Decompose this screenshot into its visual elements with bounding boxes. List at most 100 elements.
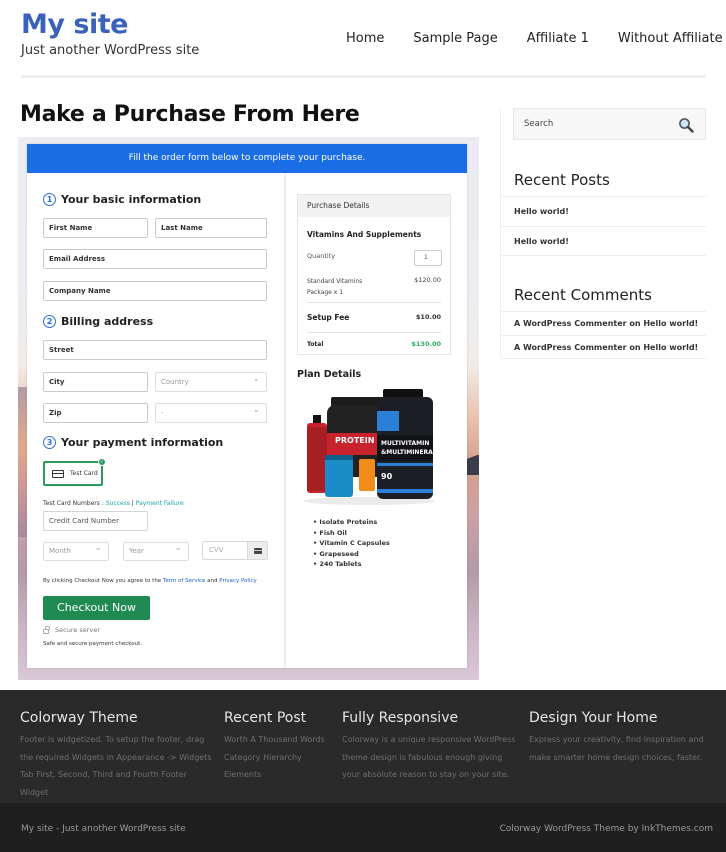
lock-icon (43, 625, 50, 634)
order-form-banner: Fill the order form below to complete yo… (27, 144, 467, 173)
footer-col-responsive: Fully Responsive Colorway is a unique re… (342, 710, 517, 784)
privacy-policy-link[interactable]: Privacy Policy (219, 578, 256, 584)
step-payment-heading: 3 Your payment information (43, 436, 223, 449)
divider (307, 302, 441, 303)
step-number-icon: 2 (43, 315, 56, 328)
plan-feature: Fish Oil (313, 528, 390, 539)
comment-author-link[interactable]: A WordPress Commenter (514, 343, 627, 352)
search-input[interactable] (514, 109, 664, 139)
step-billing-heading: 2 Billing address (43, 315, 153, 328)
nav-without-affiliate[interactable]: Without Affiliate (618, 31, 723, 46)
footer-text: Colorway is a unique responsive WordPres… (342, 735, 516, 779)
search-widget (513, 108, 706, 140)
company-input[interactable]: Company Name (43, 281, 267, 301)
footer: Colorway Theme Footer is widgetized. To … (0, 690, 726, 803)
nav-affiliate-1[interactable]: Affiliate 1 (527, 31, 589, 46)
quantity-label: Quantity (307, 252, 336, 260)
safe-checkout-note: Safe and secure payment checkout. (43, 641, 142, 647)
payment-method-test-card[interactable]: Test Card ✓ (43, 458, 106, 486)
plan-feature: Grapeseed (313, 549, 390, 560)
plan-feature: Isolate Proteins (313, 517, 390, 528)
order-form-card: Fill the order form below to complete yo… (27, 144, 467, 668)
step-title: Your basic information (61, 193, 202, 206)
product-name: Vitamins And Supplements (307, 230, 422, 239)
footer-title: Design Your Home (529, 710, 658, 726)
street-input[interactable]: Street (43, 340, 267, 360)
step-title: Billing address (61, 315, 154, 328)
footer-text: Express your creativity, find inspiratio… (529, 735, 704, 762)
card-number-input[interactable]: Credit Card Number (43, 511, 148, 531)
setup-fee-label: Setup Fee (307, 313, 350, 322)
footer-title: Fully Responsive (342, 710, 459, 726)
comment-post-link[interactable]: Hello world! (643, 319, 698, 328)
comment-post-link[interactable]: Hello world! (643, 343, 698, 352)
test-card-numbers: Test Card Numbers : Success | Payment Fa… (43, 500, 184, 507)
recent-comment: A WordPress Commenter on Hello world! (501, 335, 706, 359)
site-header: My site Just another WordPress site Home… (0, 0, 726, 80)
setup-fee-price: $10.00 (415, 313, 441, 321)
page-title: Make a Purchase From Here (20, 102, 360, 127)
footer-title: Recent Post (224, 710, 307, 726)
cvv-help-button[interactable] (247, 542, 267, 559)
footer-theme-credit[interactable]: Colorway WordPress Theme by InkThemes.co… (500, 824, 713, 834)
cvv-input[interactable]: CVV (202, 541, 268, 560)
line-item-name: Standard Vitamins Package x 1 (307, 278, 363, 296)
recent-post-link[interactable]: Hello world! (501, 196, 706, 226)
footer-text: Footer is widgetized. To setup the foote… (20, 735, 212, 797)
terms-of-service-link[interactable]: Term of Service (163, 578, 205, 584)
purchase-details-box: Purchase Details Vitamins And Supplement… (297, 194, 451, 355)
footer-post-link[interactable]: Category Hierarchy (224, 749, 334, 767)
main-nav: Home Sample Page Affiliate 1 Without Aff… (346, 31, 723, 46)
comment-author-link[interactable]: A WordPress Commenter (514, 319, 627, 328)
nav-home[interactable]: Home (346, 31, 384, 46)
recent-comment: A WordPress Commenter on Hello world! (501, 311, 706, 335)
site-tagline: Just another WordPress site (21, 43, 200, 58)
first-name-input[interactable]: First Name (43, 218, 148, 238)
credit-card-icon (253, 547, 262, 554)
total-price: $130.00 (411, 340, 441, 348)
month-select[interactable]: Month (43, 540, 109, 561)
step-title: Your payment information (61, 436, 224, 449)
year-select[interactable]: Year (123, 540, 189, 561)
plan-feature: Vitamin C Capsules (313, 538, 389, 549)
checkout-now-button[interactable]: Checkout Now (43, 596, 150, 620)
footer-post-link[interactable]: Elements (224, 766, 334, 784)
zip-input[interactable]: Zip (43, 403, 148, 423)
credit-card-icon (52, 469, 64, 478)
success-link[interactable]: Success (106, 500, 130, 507)
recent-comments-title: Recent Comments (514, 286, 652, 304)
line-item-price: $120.00 (414, 276, 441, 284)
footer-site-credit[interactable]: My site - Just another WordPress site (21, 824, 186, 834)
quantity-input[interactable]: 1 (414, 250, 442, 266)
payment-method-label: Test Card (70, 470, 98, 477)
secure-server-note: Secure server (43, 625, 100, 634)
purchase-details-heading: Purchase Details (298, 195, 450, 217)
svg-text:MULTIVITAMIN: MULTIVITAMIN (381, 440, 429, 447)
payment-failure-link[interactable]: Payment Failure (136, 500, 184, 507)
step-number-icon: 3 (43, 436, 56, 449)
footer-col-design-home: Design Your Home Express your creativity… (529, 710, 721, 766)
plan-details-heading: Plan Details (297, 369, 362, 380)
email-input[interactable]: Email Address (43, 249, 267, 269)
last-name-input[interactable]: Last Name (155, 218, 267, 238)
supplements-product-image: PROTEIN POWER MULTIVITAMIN &MULTIMINERAL… (303, 389, 437, 505)
site-title[interactable]: My site (21, 9, 128, 40)
total-label: Total (307, 341, 324, 348)
footer-bottom-bar: My site - Just another WordPress site Co… (0, 803, 726, 852)
checkmark-icon: ✓ (98, 458, 106, 466)
country-select[interactable]: Country (155, 370, 267, 392)
svg-text:&MULTIMINERAL: &MULTIMINERAL (381, 449, 437, 456)
recent-posts-title: Recent Posts (514, 171, 610, 189)
svg-text:90: 90 (381, 472, 393, 481)
city-input[interactable]: City (43, 372, 148, 392)
search-icon[interactable] (678, 117, 694, 133)
footer-title: Colorway Theme (20, 710, 138, 726)
recent-post-link[interactable]: Hello world! (501, 226, 706, 256)
footer-col-colorway: Colorway Theme Footer is widgetized. To … (20, 710, 215, 801)
step-basic-info-heading: 1 Your basic information (43, 193, 201, 206)
nav-sample-page[interactable]: Sample Page (413, 31, 497, 46)
step-number-icon: 1 (43, 193, 56, 206)
footer-post-link[interactable]: Worth A Thousand Words (224, 731, 334, 749)
header-divider (21, 75, 706, 78)
state-select[interactable]: - (155, 401, 267, 423)
